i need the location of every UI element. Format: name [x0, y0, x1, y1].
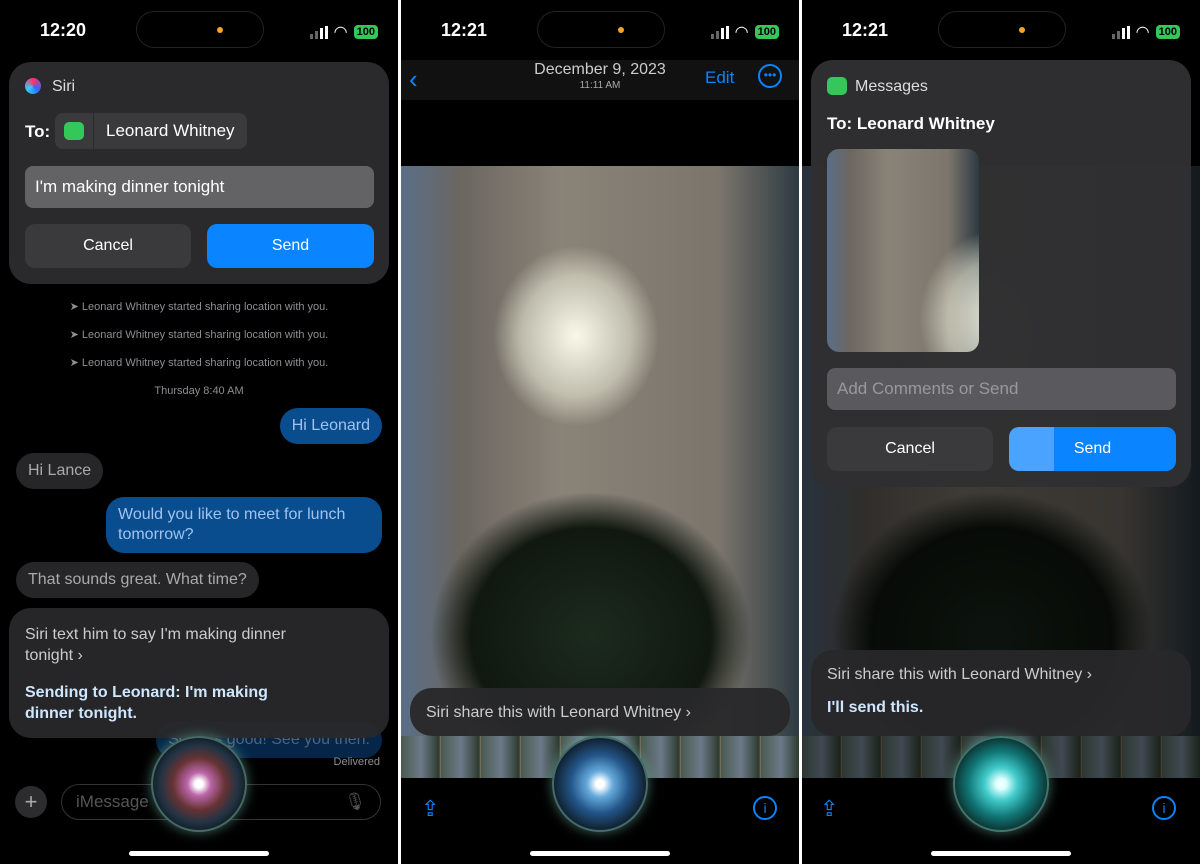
dynamic-island [938, 11, 1066, 48]
status-time: 12:21 [842, 20, 889, 40]
siri-request[interactable]: Siri text him to say I'm making dinner t… [25, 624, 325, 666]
system-message: ➤ Leonard Whitney started sharing locati… [69, 329, 329, 341]
battery-icon: 100 [1155, 25, 1180, 39]
dynamic-island [136, 11, 264, 48]
wifi-icon: ◠ [333, 24, 348, 41]
messages-app-icon [827, 77, 847, 95]
messages-share-screen: 12:21 ◠ 100 Messages To: Leonard Whitney … [802, 0, 1200, 864]
message-bubble[interactable]: That sounds great. What time? [16, 562, 259, 598]
siri-response: Sending to Leonard: I'm making dinner to… [25, 684, 268, 722]
status-bar: 12:21 ◠ 100 [802, 0, 1200, 60]
siri-orb-icon[interactable] [953, 736, 1049, 832]
siri-icon [25, 78, 41, 94]
delivered-status: Delivered [333, 756, 380, 768]
send-button[interactable]: Send [1009, 427, 1176, 471]
status-bar: 12:21 ◠ 100 [401, 0, 799, 60]
system-message: ➤ Leonard Whitney started sharing locati… [69, 301, 329, 313]
cancel-button[interactable]: Cancel [827, 427, 993, 471]
edit-button[interactable]: Edit [705, 68, 734, 88]
siri-response: I'll send this. [827, 699, 924, 716]
photos-screen: 12:21 ◠ 100 ‹ December 9, 2023 11:11 AM E… [401, 0, 799, 864]
status-time: 12:20 [40, 20, 87, 40]
message-bubble[interactable]: Hi Lance [16, 453, 104, 489]
card-app-name: Messages [855, 78, 928, 95]
siri-prompt[interactable]: Siri share this with Leonard Whitney › [410, 688, 790, 736]
system-message: ➤ Leonard Whitney started sharing locati… [69, 357, 329, 369]
send-button[interactable]: Send [207, 224, 374, 268]
microphone-icon[interactable]: 🎙 [344, 792, 366, 812]
home-indicator[interactable] [931, 851, 1071, 856]
share-icon[interactable]: ⇪ [820, 796, 838, 822]
siri-prompt-card: Siri text him to say I'm making dinner t… [9, 608, 389, 738]
signal-icon [1111, 25, 1130, 39]
info-icon[interactable]: i [1152, 796, 1176, 820]
info-icon[interactable]: i [753, 796, 777, 820]
signal-icon [309, 25, 328, 39]
message-field[interactable]: I'm making dinner tonight [25, 166, 374, 208]
timestamp: Thursday 8:40 AM [154, 385, 244, 397]
battery-icon: 100 [353, 25, 378, 39]
cancel-button[interactable]: Cancel [25, 224, 191, 268]
home-indicator[interactable] [530, 851, 670, 856]
signal-icon [710, 25, 729, 39]
plus-button[interactable]: + [15, 786, 47, 818]
to-label: To: [25, 122, 51, 141]
siri-message-card: Siri To: Leonard Whitney I'm making dinn… [9, 62, 389, 284]
siri-request[interactable]: Siri share this with Leonard Whitney › [827, 664, 1175, 685]
siri-orb-icon[interactable] [151, 736, 247, 832]
messages-app-icon [64, 122, 84, 140]
battery-icon: 100 [754, 25, 779, 39]
siri-orb-icon[interactable] [552, 736, 648, 832]
recipient-label: To: Leonard Whitney [827, 114, 995, 133]
wifi-icon: ◠ [1135, 24, 1150, 41]
messages-siri-screen: 12:20 ◠ 100 ➤ Leonard Whitney started sha… [0, 0, 398, 864]
photo-attachment-thumbnail[interactable] [827, 149, 979, 352]
status-time: 12:21 [441, 20, 488, 40]
recipient-chip[interactable]: Leonard Whitney [94, 113, 247, 149]
siri-prompt-card: Siri share this with Leonard Whitney › I… [811, 650, 1191, 736]
message-bubble[interactable]: Would you like to meet for lunch tomorro… [106, 497, 382, 553]
status-bar: 12:20 ◠ 100 [0, 0, 398, 60]
photo-date: December 9, 2023 [534, 61, 666, 78]
wifi-icon: ◠ [734, 24, 749, 41]
comment-input[interactable]: Add Comments or Send [827, 368, 1176, 410]
home-indicator[interactable] [129, 851, 269, 856]
more-icon[interactable]: ••• [758, 64, 782, 88]
message-bubble[interactable]: Hi Leonard [279, 408, 382, 444]
dynamic-island [537, 11, 665, 48]
share-message-card: Messages To: Leonard Whitney Add Comment… [811, 60, 1191, 487]
card-app-name: Siri [52, 78, 76, 95]
photo-christmas-tree-star[interactable] [401, 166, 799, 736]
share-icon[interactable]: ⇪ [421, 796, 439, 822]
photo-time: 11:11 AM [579, 80, 621, 91]
